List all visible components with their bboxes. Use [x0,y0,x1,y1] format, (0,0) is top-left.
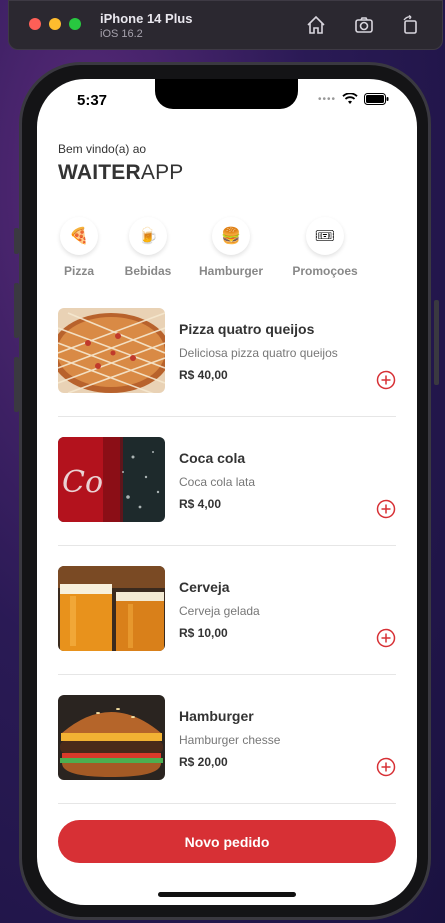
minimize-window-button[interactable] [49,18,61,30]
product-image-coca-cola: Co [58,437,165,522]
divider [58,416,396,417]
product-description: Cerveja gelada [179,604,260,618]
category-pizza[interactable]: 🍕 Pizza [44,217,114,278]
category-promocoes[interactable]: 🎟 Promoçoes [290,217,360,278]
device-name: iPhone 14 Plus [100,11,193,26]
simulator-titlebar: iPhone 14 Plus iOS 16.2 [8,0,443,50]
dynamic-notch [155,79,298,109]
home-icon[interactable] [305,14,327,36]
svg-text:Co: Co [62,465,103,500]
category-list: 🍕 Pizza 🍺 Bebidas 🍔 Hamburger 🎟 Promoçoe… [37,217,417,287]
wifi-icon [342,93,358,104]
divider [58,674,396,675]
add-to-cart-icon[interactable] [376,499,396,519]
volume-down-button [14,357,19,412]
product-image-pizza [58,308,165,393]
mute-switch [14,228,19,254]
add-to-cart-icon[interactable] [376,370,396,390]
product-name: Cerveja [179,579,230,595]
product-description: Deliciosa pizza quatro queijos [179,346,338,360]
product-name: Hamburger [179,708,254,724]
add-to-cart-icon[interactable] [376,757,396,777]
power-button [434,300,439,385]
category-hamburger[interactable]: 🍔 Hamburger [196,217,266,278]
category-label: Bebidas [124,264,172,278]
beer-icon: 🍺 [129,217,167,255]
product-name: Pizza quatro queijos [179,321,315,337]
category-bebidas[interactable]: 🍺 Bebidas [113,217,183,278]
zoom-window-button[interactable] [69,18,81,30]
rotate-icon[interactable] [399,14,421,36]
status-time: 5:37 [77,92,108,109]
app-screen: 5:37 •••• Bem vindo(a) ao WAITERAPP 🍕 Pi… [37,79,417,905]
brand-light: APP [140,161,184,184]
new-order-button[interactable]: Novo pedido [58,820,396,863]
product-price: R$ 4,00 [179,497,222,511]
product-price: R$ 20,00 [179,755,228,769]
category-label: Pizza [63,264,94,278]
os-version: iOS 16.2 [100,28,143,40]
ticket-icon: 🎟 [306,217,344,255]
divider [58,545,396,546]
product-description: Coca cola lata [179,475,256,489]
product-price: R$ 10,00 [179,626,228,640]
product-image-beer [58,566,165,651]
category-label: Hamburger [198,264,263,278]
signal-icon: •••• [317,93,336,105]
greeting-text: Bem vindo(a) ao [58,142,147,156]
volume-up-button [14,283,19,338]
product-price: R$ 40,00 [179,368,228,382]
divider [58,803,396,804]
brand-bold: WAITER [58,161,141,184]
product-image-burger [58,695,165,780]
product-name: Coca cola [179,450,246,466]
burger-icon: 🍔 [212,217,250,255]
brand-logo: WAITERAPP [58,161,184,185]
close-window-button[interactable] [29,18,41,30]
add-to-cart-icon[interactable] [376,628,396,648]
pizza-icon: 🍕 [60,217,98,255]
battery-icon [364,93,389,105]
status-icons: •••• [318,93,389,105]
category-label: Promoçoes [292,264,358,278]
product-description: Hamburger chesse [179,733,281,747]
home-indicator[interactable] [158,892,296,897]
screenshot-icon[interactable] [353,14,375,36]
